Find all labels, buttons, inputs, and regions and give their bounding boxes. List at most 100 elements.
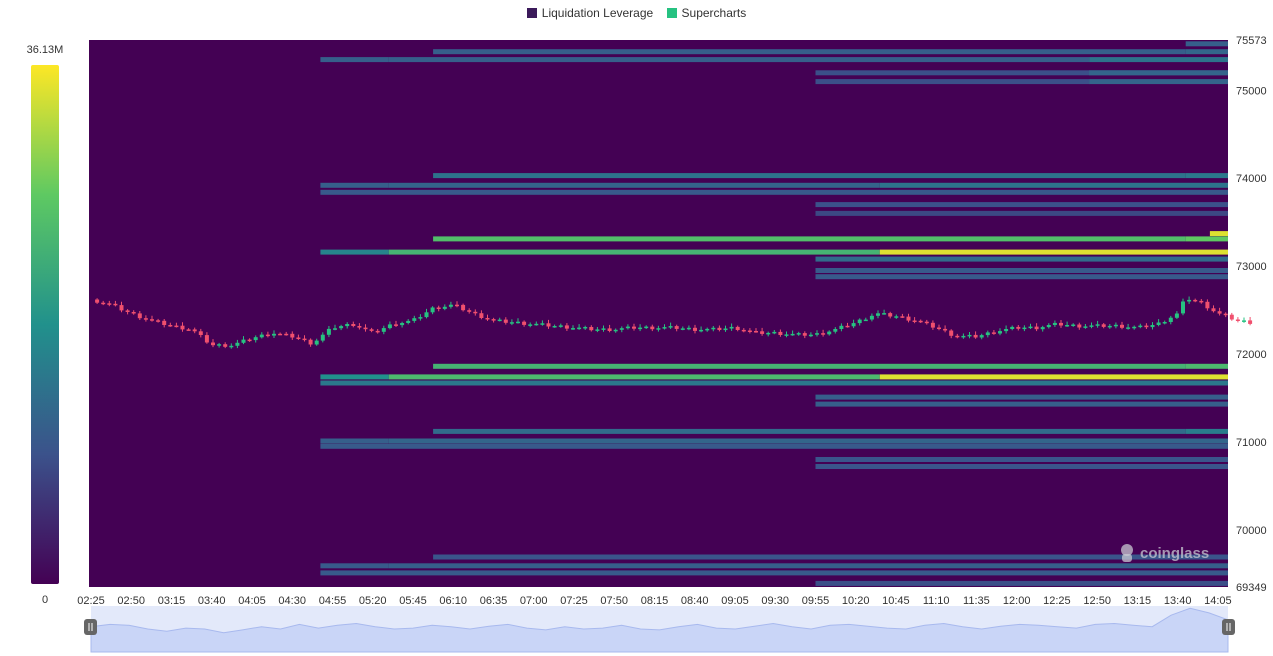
y-tick-label: 73000 — [1236, 261, 1267, 273]
x-tick-label: 12:00 — [1003, 595, 1031, 607]
heatmap-background — [89, 40, 1228, 587]
candle-body — [363, 327, 368, 330]
heatmap-chart: 75573 75000 74000 73000 72000 71000 70000 69349… — [77, 35, 1267, 653]
candle-body — [491, 319, 496, 321]
heatmap-band-segment — [388, 249, 880, 255]
heatmap-band-segment — [815, 580, 1228, 586]
y-tick-label: 70000 — [1236, 525, 1267, 537]
candle-body — [1004, 329, 1009, 332]
candle-body — [101, 302, 106, 305]
heatmap-band-segment — [320, 380, 1228, 386]
heatmap-band-segment — [815, 202, 1228, 208]
candle-body — [1229, 314, 1234, 320]
candle-body — [461, 304, 466, 311]
candle-body — [985, 332, 990, 336]
candle-body — [229, 345, 234, 348]
candle-body — [1071, 324, 1076, 326]
x-tick-label: 07:50 — [600, 595, 628, 607]
candle-body — [790, 333, 795, 336]
candle-body — [503, 319, 508, 323]
candle-body — [680, 328, 685, 330]
candle-body — [845, 325, 850, 328]
candle-body — [1034, 326, 1039, 330]
candle-body — [760, 331, 765, 334]
heatmap-band-segment — [815, 79, 1090, 85]
candle-body — [632, 326, 636, 329]
candle-body — [528, 324, 533, 326]
heatmap-band-segment — [388, 182, 880, 188]
heatmap-band-segment — [815, 464, 1228, 469]
navigator-left-handle[interactable] — [84, 619, 97, 635]
candle-body — [485, 318, 490, 320]
candle-body — [815, 333, 819, 335]
candle-body — [924, 321, 929, 324]
candle-body — [509, 322, 514, 324]
candle-body — [1187, 299, 1192, 302]
range-navigator[interactable] — [84, 606, 1235, 653]
heatmap-band-segment — [1089, 57, 1228, 63]
x-tick-label: 06:35 — [480, 595, 508, 607]
candle-body — [778, 331, 783, 335]
candle-body — [863, 319, 868, 322]
candle-body — [589, 327, 594, 331]
y-tick-label: 71000 — [1236, 437, 1267, 449]
candle-body — [1174, 313, 1179, 318]
heatmap-band-segment — [815, 268, 1228, 273]
candle-body — [754, 331, 758, 333]
x-tick-label: 08:15 — [641, 595, 669, 607]
candle-body — [1120, 324, 1124, 328]
heatmap-band-segment — [879, 182, 1228, 188]
candle-body — [662, 327, 667, 329]
candle-body — [95, 299, 100, 303]
candle-body — [1010, 326, 1015, 329]
candle-body — [168, 325, 173, 327]
heatmap-band-segment — [388, 57, 1090, 63]
candle-body — [912, 320, 917, 322]
heatmap-band-segment — [815, 457, 1228, 462]
candle-body — [638, 327, 643, 330]
heatmap-band-segment — [320, 249, 389, 255]
candle-body — [930, 322, 935, 328]
candle-body — [278, 333, 283, 336]
candle-body — [772, 331, 777, 334]
x-tick-label: 10:20 — [842, 595, 870, 607]
candle-body — [186, 329, 191, 331]
heatmap-band-segment — [433, 363, 1186, 369]
heatmap-band-segment — [1089, 70, 1228, 76]
candle-body — [747, 330, 752, 332]
candle-body — [1181, 301, 1185, 314]
candle-body — [900, 316, 905, 318]
candle-body — [320, 334, 325, 341]
candle-body — [1156, 322, 1161, 325]
x-tick-label: 09:55 — [802, 595, 830, 607]
candle-body — [906, 316, 911, 321]
candle-body — [577, 327, 582, 330]
candle-body — [296, 337, 301, 339]
heatmap-band-segment — [815, 401, 1228, 407]
candle-body — [412, 318, 417, 321]
candle-body — [162, 320, 167, 325]
candle-body — [211, 342, 215, 346]
candle-body — [241, 339, 246, 343]
x-tick-label: 11:35 — [963, 595, 990, 607]
candle-body — [857, 319, 862, 324]
candle-body — [1016, 326, 1021, 329]
candle-body — [1199, 300, 1204, 303]
candle-body — [607, 328, 612, 331]
candle-body — [326, 328, 331, 335]
candle-body — [784, 334, 789, 336]
candle-body — [1248, 320, 1253, 324]
candle-body — [339, 326, 344, 329]
candle-body — [131, 312, 136, 314]
x-tick-label: 02:25 — [77, 595, 105, 607]
candle-body — [223, 344, 228, 347]
candle-body — [1223, 313, 1228, 316]
candle-body — [1022, 327, 1027, 330]
navigator-right-handle[interactable] — [1222, 619, 1235, 635]
candle-body — [1028, 326, 1033, 329]
candle-body — [998, 331, 1002, 334]
candle-body — [400, 323, 405, 326]
candle-body — [406, 320, 411, 323]
candle-body — [894, 316, 899, 318]
x-tick-label: 07:25 — [560, 595, 588, 607]
